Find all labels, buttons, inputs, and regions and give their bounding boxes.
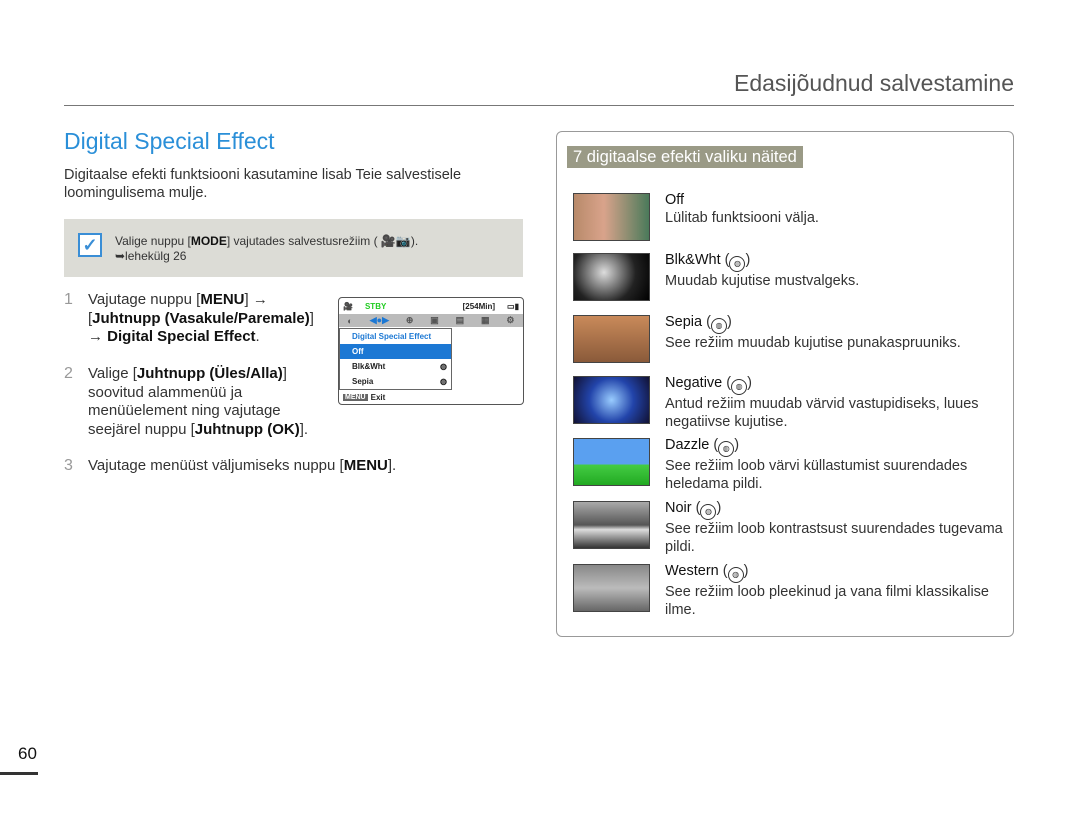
effect-description: Muudab kujutise mustvalgeks. xyxy=(665,273,860,289)
effect-example-image xyxy=(573,253,650,301)
effect-name: Western xyxy=(665,563,719,579)
menu-option-off: Off xyxy=(340,344,451,359)
effect-name: Blk&Wht xyxy=(665,252,721,268)
camcorder-icon: 🎥 xyxy=(380,234,396,248)
camera-icon: 📷 xyxy=(395,234,411,248)
negative-icon: ◍ xyxy=(731,379,748,395)
effect-example-image xyxy=(573,501,650,549)
remaining-time: [254Min] xyxy=(462,301,496,311)
exit-hint: MENU Exit xyxy=(343,393,386,402)
note-text: Valige nuppu [MODE] vajutades salvestusr… xyxy=(115,234,419,263)
effect-example-image xyxy=(573,564,650,612)
effect-name: Dazzle xyxy=(665,437,710,453)
chapter-title: Edasijõudnud salvestamine xyxy=(733,70,1014,96)
menu-option-sepia: Sepia ◍ xyxy=(352,377,447,386)
effect-name: Sepia xyxy=(665,314,703,330)
header-divider xyxy=(64,105,1014,106)
step-1: 1 Vajutage nuppu [MENU] → [Juhtnupp (Vasa… xyxy=(64,291,314,345)
status-text: STBY xyxy=(364,301,387,311)
effects-examples-panel: 7 digitaalse efekti valiku näited Off Lül… xyxy=(556,131,1014,637)
effect-description: See režiim muudab kujutise punakaspruuni… xyxy=(665,335,961,351)
effect-menu: Digital Special Effect Off Blk&Wht ◍ Sepi… xyxy=(339,328,452,390)
camcorder-mode-icon: 🎥 xyxy=(343,301,353,311)
step-2: 2 Valige [Juhtnupp (Üles/Alla)] soovitud … xyxy=(64,365,309,438)
effect-description: Antud režiim muudab värvid vastupidiseks… xyxy=(665,396,979,430)
intro-text: Digitaalse efekti funktsiooni kasutamine… xyxy=(64,167,462,201)
effect-description: Lülitab funktsiooni välja. xyxy=(665,210,819,226)
bw-icon: ◍ xyxy=(729,256,746,272)
step-3: 3 Vajutage menüüst väljumiseks nuppu [ME… xyxy=(64,457,397,474)
page-number-underline xyxy=(0,772,38,775)
noir-icon: ◍ xyxy=(700,504,717,520)
effect-example-image xyxy=(573,193,650,241)
battery-icon: ▭▮ xyxy=(507,301,519,311)
effect-example-image xyxy=(573,315,650,363)
dazzle-icon: ◍ xyxy=(718,441,735,457)
effect-description: See režiim loob pleekinud ja vana filmi … xyxy=(665,584,989,618)
effect-name: Negative xyxy=(665,375,723,391)
menu-title: Digital Special Effect xyxy=(352,332,432,341)
menu-option-blkwht: Blk&Wht ◍ xyxy=(352,362,447,371)
sepia-icon: ◍ xyxy=(710,318,727,334)
menu-icon-bar: ◐ ◀●▶ ⊕ ▣ ▤ ▦ ⚙ xyxy=(339,314,523,327)
lcd-screen-illustration: 🎥 STBY [254Min] ▭▮ ◐ ◀●▶ ⊕ ▣ ▤ ▦ ⚙ Digital Specia… xyxy=(338,297,524,405)
checkbox-icon: ✓ xyxy=(78,233,102,257)
section-title: Digital Special Effect xyxy=(64,128,275,154)
note-box: ✓ Valige nuppu [MODE] vajutades salvestu… xyxy=(64,219,523,277)
effect-description: See režiim loob värvi küllastumist suure… xyxy=(665,458,968,492)
western-icon: ◍ xyxy=(727,567,744,583)
effect-description: See režiim loob kontrastsust suurendades… xyxy=(665,521,1003,555)
effect-name: Noir xyxy=(665,500,692,516)
panel-title: 7 digitaalse efekti valiku näited xyxy=(567,146,803,168)
effect-example-image xyxy=(573,438,650,486)
page-number: 60 xyxy=(18,744,37,763)
effect-name: Off xyxy=(665,192,685,208)
effect-example-image xyxy=(573,376,650,424)
